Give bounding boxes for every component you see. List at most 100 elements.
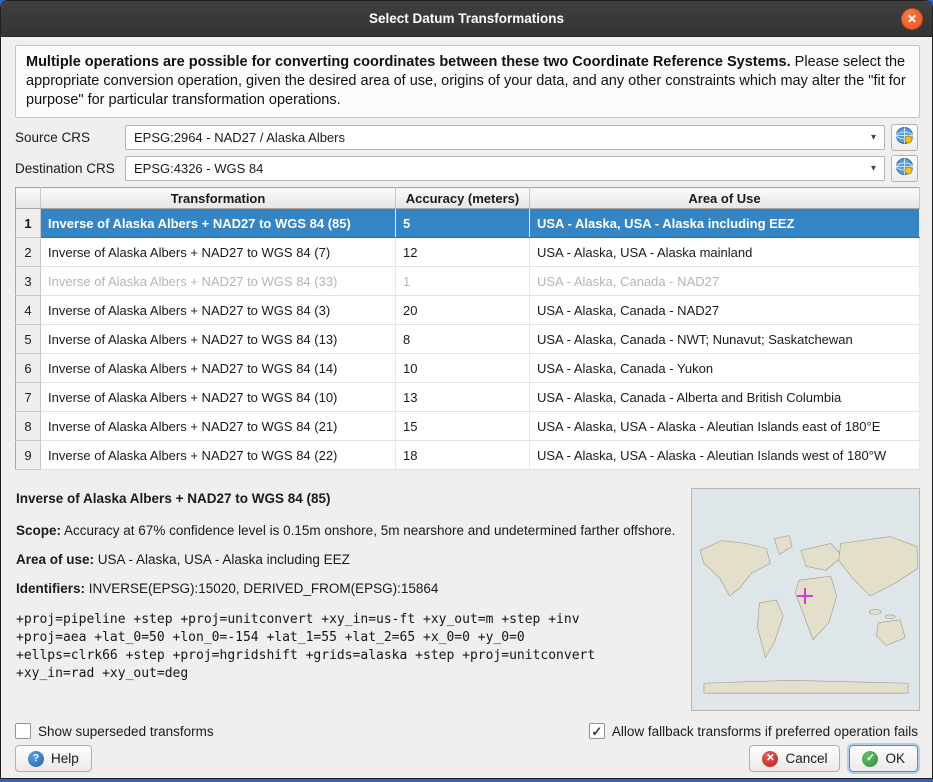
cell-accuracy[interactable]: 12 xyxy=(396,238,530,267)
show-superseded-label: Show superseded transforms xyxy=(38,724,214,739)
row-number[interactable]: 3 xyxy=(16,267,41,296)
select-datum-transformations-dialog: Select Datum Transformations ✕ Multiple … xyxy=(0,0,933,779)
cancel-button[interactable]: ✕ Cancel xyxy=(749,745,840,772)
table-row[interactable]: 3Inverse of Alaska Albers + NAD27 to WGS… xyxy=(16,267,920,296)
cell-area[interactable]: USA - Alaska, Canada - NAD27 xyxy=(530,267,920,296)
destination-crs-value: EPSG:4326 - WGS 84 xyxy=(134,161,263,176)
row-number[interactable]: 7 xyxy=(16,383,41,412)
help-icon: ? xyxy=(28,751,44,767)
cell-transformation[interactable]: Inverse of Alaska Albers + NAD27 to WGS … xyxy=(41,441,396,470)
destination-crs-picker-button[interactable] xyxy=(891,155,918,182)
source-crs-picker-button[interactable] xyxy=(891,124,918,151)
close-icon: ✕ xyxy=(907,13,917,25)
cancel-button-label: Cancel xyxy=(785,751,827,766)
ok-button[interactable]: ✓ OK xyxy=(849,745,918,772)
cell-accuracy[interactable]: 20 xyxy=(396,296,530,325)
close-button[interactable]: ✕ xyxy=(901,8,923,30)
destination-crs-label: Destination CRS xyxy=(15,161,125,176)
column-header-area[interactable]: Area of Use xyxy=(530,188,920,209)
area-of-use-text: USA - Alaska, USA - Alaska including EEZ xyxy=(94,552,350,567)
row-number[interactable]: 4 xyxy=(16,296,41,325)
show-superseded-checkbox[interactable]: ✓ xyxy=(15,723,31,739)
intro-bold-text: Multiple operations are possible for con… xyxy=(26,54,791,70)
scope-line: Scope: Accuracy at 67% confidence level … xyxy=(16,522,680,539)
row-number[interactable]: 9 xyxy=(16,441,41,470)
cell-accuracy[interactable]: 8 xyxy=(396,325,530,354)
allow-fallback-checkbox[interactable]: ✓ xyxy=(589,723,605,739)
cell-transformation[interactable]: Inverse of Alaska Albers + NAD27 to WGS … xyxy=(41,412,396,441)
window-title: Select Datum Transformations xyxy=(369,11,564,26)
cell-area[interactable]: USA - Alaska, USA - Alaska mainland xyxy=(530,238,920,267)
table-row[interactable]: 7Inverse of Alaska Albers + NAD27 to WGS… xyxy=(16,383,920,412)
row-number[interactable]: 5 xyxy=(16,325,41,354)
row-number[interactable]: 1 xyxy=(16,209,41,238)
dialog-button-row: ✕ Cancel ✓ OK xyxy=(749,745,918,772)
cell-accuracy[interactable]: 5 xyxy=(396,209,530,238)
column-header-accuracy[interactable]: Accuracy (meters) xyxy=(396,188,530,209)
source-crs-combo[interactable]: EPSG:2964 - NAD27 / Alaska Albers ▾ xyxy=(125,125,885,150)
proj-string: +proj=pipeline +step +proj=unitconvert +… xyxy=(16,611,680,683)
cell-area[interactable]: USA - Alaska, Canada - NWT; Nunavut; Sas… xyxy=(530,325,920,354)
scope-label: Scope: xyxy=(16,523,61,538)
cell-transformation[interactable]: Inverse of Alaska Albers + NAD27 to WGS … xyxy=(41,383,396,412)
crs-picker-icon xyxy=(895,126,914,148)
source-crs-label: Source CRS xyxy=(15,130,125,145)
table-row[interactable]: 9Inverse of Alaska Albers + NAD27 to WGS… xyxy=(16,441,920,470)
help-button[interactable]: ? Help xyxy=(15,745,92,772)
table-row[interactable]: 1Inverse of Alaska Albers + NAD27 to WGS… xyxy=(16,209,920,238)
row-number[interactable]: 2 xyxy=(16,238,41,267)
row-number-header xyxy=(16,188,41,209)
cell-transformation[interactable]: Inverse of Alaska Albers + NAD27 to WGS … xyxy=(41,238,396,267)
ok-button-label: OK xyxy=(885,751,905,766)
cell-transformation[interactable]: Inverse of Alaska Albers + NAD27 to WGS … xyxy=(41,209,396,238)
table-header-row: Transformation Accuracy (meters) Area of… xyxy=(16,188,920,209)
titlebar[interactable]: Select Datum Transformations ✕ xyxy=(1,1,932,37)
identifiers-text: INVERSE(EPSG):15020, DERIVED_FROM(EPSG):… xyxy=(85,581,438,596)
source-crs-row: Source CRS EPSG:2964 - NAD27 / Alaska Al… xyxy=(15,124,918,150)
row-number[interactable]: 8 xyxy=(16,412,41,441)
cell-accuracy[interactable]: 15 xyxy=(396,412,530,441)
column-header-transformation[interactable]: Transformation xyxy=(41,188,396,209)
table-row[interactable]: 6Inverse of Alaska Albers + NAD27 to WGS… xyxy=(16,354,920,383)
identifiers-line: Identifiers: INVERSE(EPSG):15020, DERIVE… xyxy=(16,580,680,597)
help-button-label: Help xyxy=(51,751,79,766)
check-icon: ✓ xyxy=(591,725,602,738)
world-map xyxy=(692,489,919,710)
cell-transformation[interactable]: Inverse of Alaska Albers + NAD27 to WGS … xyxy=(41,325,396,354)
source-crs-value: EPSG:2964 - NAD27 / Alaska Albers xyxy=(134,130,345,145)
crs-picker-icon xyxy=(895,157,914,179)
table-row[interactable]: 4Inverse of Alaska Albers + NAD27 to WGS… xyxy=(16,296,920,325)
cell-transformation[interactable]: Inverse of Alaska Albers + NAD27 to WGS … xyxy=(41,267,396,296)
transform-table-body: 1Inverse of Alaska Albers + NAD27 to WGS… xyxy=(16,209,920,470)
cell-area[interactable]: USA - Alaska, USA - Alaska - Aleutian Is… xyxy=(530,412,920,441)
allow-fallback-option[interactable]: ✓ Allow fallback transforms if preferred… xyxy=(589,722,918,740)
show-superseded-option[interactable]: ✓ Show superseded transforms xyxy=(15,722,214,740)
chevron-down-icon: ▾ xyxy=(871,163,876,174)
cell-area[interactable]: USA - Alaska, Canada - Alberta and Briti… xyxy=(530,383,920,412)
cell-accuracy[interactable]: 10 xyxy=(396,354,530,383)
cell-accuracy[interactable]: 1 xyxy=(396,267,530,296)
scope-text: Accuracy at 67% confidence level is 0.15… xyxy=(61,523,675,538)
cell-area[interactable]: USA - Alaska, USA - Alaska including EEZ xyxy=(530,209,920,238)
details-panel: Inverse of Alaska Albers + NAD27 to WGS … xyxy=(16,490,680,683)
destination-crs-row: Destination CRS EPSG:4326 - WGS 84 ▾ xyxy=(15,155,918,181)
destination-crs-combo[interactable]: EPSG:4326 - WGS 84 ▾ xyxy=(125,156,885,181)
table-row[interactable]: 2Inverse of Alaska Albers + NAD27 to WGS… xyxy=(16,238,920,267)
ok-icon: ✓ xyxy=(862,751,878,767)
chevron-down-icon: ▾ xyxy=(871,132,876,143)
cell-accuracy[interactable]: 18 xyxy=(396,441,530,470)
cell-transformation[interactable]: Inverse of Alaska Albers + NAD27 to WGS … xyxy=(41,354,396,383)
cell-area[interactable]: USA - Alaska, USA - Alaska - Aleutian Is… xyxy=(530,441,920,470)
area-of-use-line: Area of use: USA - Alaska, USA - Alaska … xyxy=(16,551,680,568)
cancel-icon: ✕ xyxy=(762,751,778,767)
table-row[interactable]: 8Inverse of Alaska Albers + NAD27 to WGS… xyxy=(16,412,920,441)
selected-transform-title: Inverse of Alaska Albers + NAD27 to WGS … xyxy=(16,490,680,507)
cell-area[interactable]: USA - Alaska, Canada - Yukon xyxy=(530,354,920,383)
row-number[interactable]: 6 xyxy=(16,354,41,383)
cell-area[interactable]: USA - Alaska, Canada - NAD27 xyxy=(530,296,920,325)
table-row[interactable]: 5Inverse of Alaska Albers + NAD27 to WGS… xyxy=(16,325,920,354)
area-of-use-map xyxy=(691,488,920,711)
identifiers-label: Identifiers: xyxy=(16,581,85,596)
cell-accuracy[interactable]: 13 xyxy=(396,383,530,412)
cell-transformation[interactable]: Inverse of Alaska Albers + NAD27 to WGS … xyxy=(41,296,396,325)
